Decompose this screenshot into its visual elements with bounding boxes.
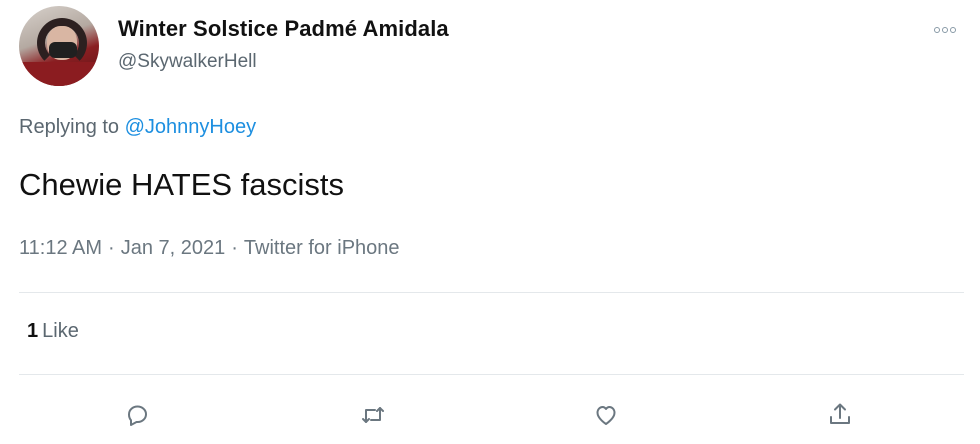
likes-label: Like [42,320,79,342]
meta-separator: · [231,237,238,259]
divider [19,292,964,293]
share-button[interactable] [823,398,857,432]
likes-count: 1 [27,320,39,342]
heart-icon [596,406,616,425]
meta-separator: · [108,237,115,259]
avatar-mask [49,42,77,58]
more-dot [942,27,948,33]
tweet-metadata: 11:12 AM · Jan 7, 2021 · Twitter for iPhone [19,237,400,260]
tweet-time[interactable]: 11:12 AM [19,237,102,259]
tweet-card: Winter Solstice Padmé Amidala @Skywalker… [0,0,980,444]
comment-icon [128,405,147,426]
reply-button[interactable] [120,398,154,432]
more-horizontal-icon[interactable] [929,24,961,36]
retweet-button[interactable] [356,398,390,432]
like-button[interactable] [589,398,623,432]
more-dot [934,27,940,33]
avatar[interactable] [19,6,99,86]
divider [19,374,964,375]
tweet-date[interactable]: Jan 7, 2021 [121,237,226,259]
author-display-name[interactable]: Winter Solstice Padmé Amidala [118,16,449,42]
replying-to-line: Replying to @JohnnyHoey [19,116,256,139]
retweet-icon [362,407,384,423]
tweet-text: Chewie HATES fascists [19,167,345,202]
likes-stat[interactable]: 1 Like [27,320,79,343]
share-icon [830,403,850,424]
replying-to-mention-link[interactable]: @JohnnyHoey [125,116,256,138]
author-handle[interactable]: @SkywalkerHell [118,51,257,73]
more-dot [950,27,956,33]
replying-to-prefix: Replying to [19,116,120,138]
tweet-source[interactable]: Twitter for iPhone [244,237,400,259]
